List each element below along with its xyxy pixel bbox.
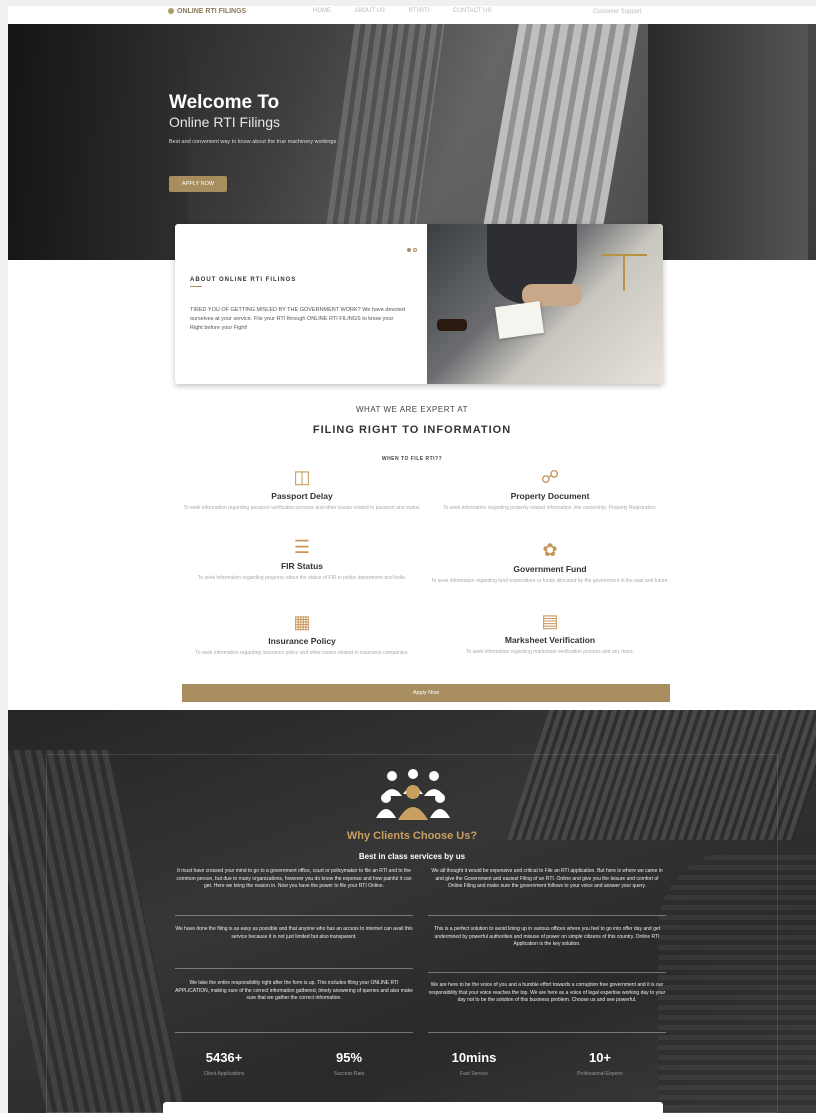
logo-text: ONLINE RTI FILINGS xyxy=(177,8,247,15)
nav-link-rti[interactable]: RTI/RTI xyxy=(409,8,430,14)
divider xyxy=(175,968,413,969)
carousel-dot[interactable] xyxy=(413,248,417,252)
stat-label: Professional Experts xyxy=(577,1071,623,1077)
nav-link-contact[interactable]: CONTACT US xyxy=(453,8,491,14)
hero-subtitle: Online RTI Filings xyxy=(169,114,281,130)
fir-icon: ☰ xyxy=(293,537,311,557)
about-card: ABOUT ONLINE RTI FILINGS TIRED YOU OF GE… xyxy=(175,224,663,384)
nav-support-link[interactable]: Customer Support xyxy=(593,9,642,15)
service-desc: To seek information regarding insurance … xyxy=(195,650,409,656)
expert-subtitle: WHEN TO FILE RTI?? xyxy=(381,456,443,462)
divider xyxy=(175,915,413,916)
apply-now-button[interactable]: Apply Now xyxy=(182,684,670,702)
service-desc: To seek information regarding passport v… xyxy=(183,505,421,511)
page: ONLINE RTI FILINGS HOME ABOUT US RTI/RTI… xyxy=(8,6,816,1113)
insurance-icon: ▦ xyxy=(293,612,311,632)
fund-icon: ✿ xyxy=(542,540,558,560)
passport-icon: ◫ xyxy=(293,467,311,487)
about-image xyxy=(427,224,663,384)
service-title: Government Fund xyxy=(513,564,587,574)
about-body: TIRED YOU OF GETTING MISLED BY THE GOVER… xyxy=(190,307,405,331)
divider xyxy=(175,1032,413,1033)
stat-item: 10+ Professional Experts xyxy=(545,1050,655,1077)
service-desc: To seek information regarding property r… xyxy=(443,505,657,511)
stat-label: Fast Service xyxy=(460,1071,488,1077)
reason-paragraph: We all thought it would be expensive and… xyxy=(431,868,663,889)
scale-icon xyxy=(602,254,647,291)
hero-text: Best and convenient way to know about th… xyxy=(169,139,337,145)
service-title: Marksheet Verification xyxy=(504,635,596,645)
why-choose-section: Why Clients Choose Us? Best in class ser… xyxy=(8,710,816,1113)
stat-label: Client Applications xyxy=(203,1071,245,1077)
heading-underline xyxy=(190,286,202,287)
gavel-icon xyxy=(437,319,467,331)
reason-paragraph: This is a perfect solution to avoid lini… xyxy=(433,926,661,947)
expert-small-title: WHAT WE ARE EXPERT AT xyxy=(355,405,468,414)
service-item[interactable]: ◫ Passport Delay To seek information reg… xyxy=(182,466,422,512)
about-text-panel: ABOUT ONLINE RTI FILINGS TIRED YOU OF GE… xyxy=(175,224,427,384)
divider xyxy=(428,1032,666,1033)
nav-link-home[interactable]: HOME xyxy=(313,8,331,14)
nav-links: HOME ABOUT US RTI/RTI CONTACT US xyxy=(313,8,513,14)
top-nav: ONLINE RTI FILINGS HOME ABOUT US RTI/RTI… xyxy=(8,6,816,24)
divider xyxy=(428,972,666,973)
reason-paragraph: We take the entire responsibility right … xyxy=(175,980,413,1001)
service-title: Passport Delay xyxy=(271,491,333,501)
stat-number: 10mins xyxy=(451,1050,497,1065)
document-icon: ☍ xyxy=(540,467,560,487)
expert-title: FILING RIGHT TO INFORMATION xyxy=(312,424,512,436)
about-heading: ABOUT ONLINE RTI FILINGS xyxy=(190,277,297,283)
reason-paragraph: We are here to be the voice of you and a… xyxy=(428,982,666,1003)
carousel-dot[interactable] xyxy=(407,248,411,252)
stat-item: 10mins Fast Service xyxy=(419,1050,529,1077)
logo-icon xyxy=(168,8,174,15)
hero-apply-button[interactable]: APPLY NOW xyxy=(169,176,227,192)
stat-number: 5436+ xyxy=(205,1050,243,1065)
service-title: Insurance Policy xyxy=(268,636,336,646)
stat-label: Success Rate xyxy=(333,1071,365,1077)
service-desc: To seek information regarding marksheet … xyxy=(465,649,635,655)
service-item[interactable]: ▤ Marksheet Verification To seek informa… xyxy=(430,610,670,656)
stat-number: 95% xyxy=(335,1050,363,1065)
divider xyxy=(428,915,666,916)
service-title: FIR Status xyxy=(280,561,324,571)
marksheet-icon: ▤ xyxy=(541,611,559,631)
service-item[interactable]: ☍ Property Document To seek information … xyxy=(430,466,670,512)
service-item[interactable]: ☰ FIR Status To seek information regardi… xyxy=(182,536,422,582)
service-title: Property Document xyxy=(510,491,590,501)
stat-item: 5436+ Client Applications xyxy=(169,1050,279,1077)
reason-paragraph: It must have crossed your mind to go to … xyxy=(176,868,412,889)
why-title: Why Clients Choose Us? xyxy=(346,830,478,842)
reason-paragraph: We have done the filing is as easy as po… xyxy=(175,926,413,940)
why-subtitle: Best in class services by us xyxy=(358,852,466,861)
hero-title: Welcome To xyxy=(169,92,280,113)
carousel-dots xyxy=(405,239,417,257)
service-desc: To seek information regarding fund expen… xyxy=(431,578,669,584)
stat-item: 95% Success Rate xyxy=(294,1050,404,1077)
site-logo[interactable]: ONLINE RTI FILINGS xyxy=(168,8,246,15)
bottom-card xyxy=(163,1102,663,1113)
nav-link-about[interactable]: ABOUT US xyxy=(354,8,385,14)
stat-number: 10+ xyxy=(588,1050,612,1065)
service-item[interactable]: ▦ Insurance Policy To seek information r… xyxy=(182,611,422,657)
service-item[interactable]: ✿ Government Fund To seek information re… xyxy=(430,539,670,585)
clients-group-icon xyxy=(376,769,450,820)
service-desc: To seek information regarding progress a… xyxy=(197,575,407,581)
